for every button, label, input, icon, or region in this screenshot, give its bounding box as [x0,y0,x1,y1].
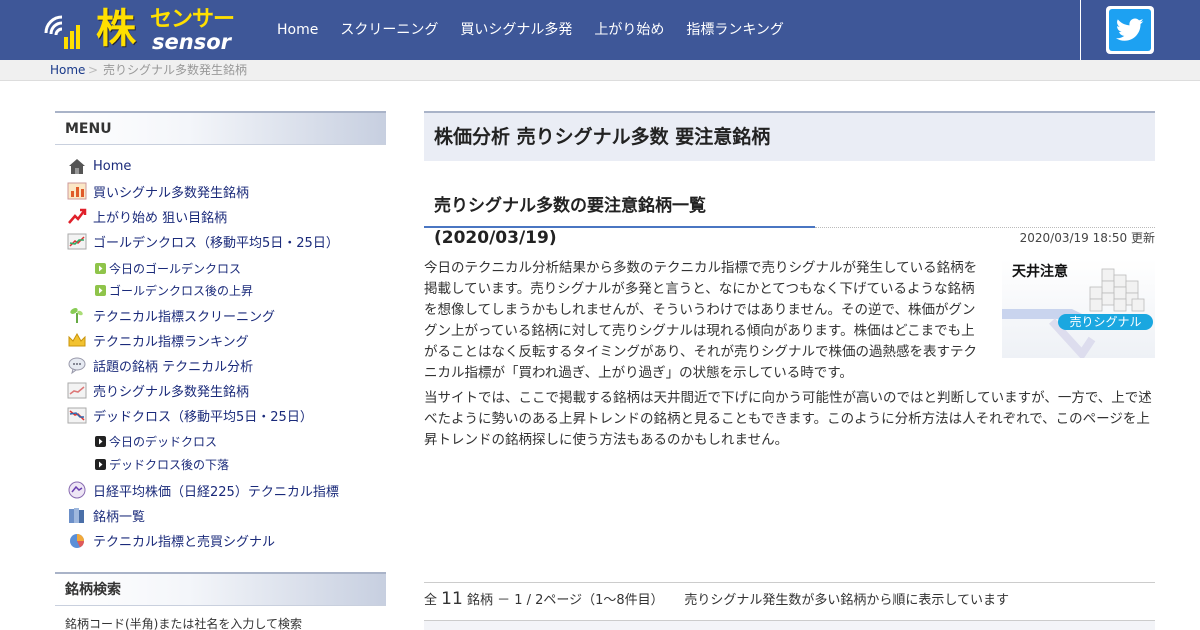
stock-search-header: 銘柄検索 [55,572,386,606]
sidebar-item-nikkei[interactable]: 日経平均株価（日経225）テクニカル指標 [67,478,339,502]
sidebar-subitem-label: デッドクロス後の下落 [109,457,230,472]
main-nav: Home スクリーニング 買いシグナル多発 上がり始め 指標ランキング [266,0,795,60]
breadcrumb-current: 売りシグナル多数発生銘柄 [103,63,248,77]
house-icon [69,159,85,174]
sidebar-subitem-after-golden[interactable]: ゴールデンクロス後の上昇 [95,280,253,300]
books-icon [69,508,84,523]
nav-home[interactable]: Home [266,0,329,60]
sidebar-item-rising[interactable]: 上がり始め 狙い目銘柄 [67,204,227,228]
sidebar-item-label: Home [93,158,132,174]
sidebar-subitem-after-dead[interactable]: デッドクロス後の下落 [95,454,229,474]
crown-icon [68,332,86,347]
sidebar-item-label: 買いシグナル多数発生銘柄 [93,185,250,201]
sidebar-subitem-today-dead[interactable]: 今日のデッドクロス [95,431,217,451]
summary-prefix: 全 [424,593,438,608]
sidebar-item-label: 銘柄一覧 [93,509,146,525]
site-header: 株 センサー sensor Home スクリーニング 買いシグナル多発 上がり始… [0,0,1200,60]
trend-down-chart-icon [67,407,87,424]
sidebar-subitem-label: 今日のデッドクロス [109,434,218,449]
sidebar-item-label: デッドクロス（移動平均5日・25日） [93,409,313,425]
summary-sort-note: 売りシグナル発生数が多い銘柄から順に表示しています [684,593,1009,608]
page-title: 株価分析 売りシグナル多数 要注意銘柄 [424,111,1155,161]
intro-paragraph: 今日のテクニカル分析結果から多数のテクニカル指標で売りシグナルが発生している銘柄… [424,260,978,381]
sidebar-subitem-label: ゴールデンクロス後の上昇 [109,283,254,298]
site-logo[interactable]: 株 センサー sensor [42,5,252,55]
nav-rising[interactable]: 上がり始め [583,0,675,60]
analysis-paragraph: 当サイトでは、ここで掲載する銘柄は天井間近で下げに向かう可能性が高いのではと判断… [424,390,1152,448]
sidebar-item-label: テクニカル指標と売買シグナル [93,534,276,550]
line-chart-icon [67,382,87,399]
sidebar-item-label: 話題の銘柄 テクニカル分析 [93,359,254,375]
logo-english: sensor [152,30,231,54]
sidebar-item-topic[interactable]: 話題の銘柄 テクニカル分析 [67,353,253,377]
sidebar-item-screening[interactable]: テクニカル指標スクリーニング [67,303,275,327]
green-arrow-icon [95,284,106,296]
nav-ranking[interactable]: 指標ランキング [675,0,795,60]
breadcrumb-separator: > [88,63,99,77]
breadcrumb: Home > 売りシグナル多数発生銘柄 [0,60,1200,81]
menu-header: MENU [55,111,386,145]
sidebar-item-label: テクニカル指標スクリーニング [93,309,276,325]
section-title: 売りシグナル多数の要注意銘柄一覧 (2020/03/19) [424,190,815,248]
twitter-button[interactable] [1106,6,1154,54]
nav-screening[interactable]: スクリーニング [329,0,449,60]
sidebar-item-label: 日経平均株価（日経225）テクニカル指標 [93,484,339,500]
sidebar-item-golden-cross[interactable]: ゴールデンクロス（移動平均5日・25日） [67,229,339,253]
result-summary: 全 11 銘柄 － 1 / 2ページ（1～8件目） 売りシグナル発生数が多い銘柄… [424,582,1155,609]
sidebar-item-buy-signals[interactable]: 買いシグナル多数発生銘柄 [67,179,249,203]
pie-chart-icon [70,534,84,548]
twitter-bird-icon [1116,18,1144,41]
sidebar-item-label: 売りシグナル多数発生銘柄 [93,384,250,400]
sidebar-item-dead-cross[interactable]: デッドクロス（移動平均5日・25日） [67,403,313,427]
line-chart-icon [67,233,87,250]
breadcrumb-home-link[interactable]: Home [50,60,85,80]
logo-kanji: 株 [96,5,136,52]
stock-list-table [424,620,1155,630]
sidebar-subitem-today-golden[interactable]: 今日のゴールデンクロス [95,258,241,278]
bar-chart-icon [67,182,87,200]
section-title-divider [815,227,1155,228]
globe-icon [68,481,86,499]
sprout-icon [70,308,83,323]
sidebar-subitem-label: 今日のゴールデンクロス [109,261,242,276]
signal-waves-icon [44,15,80,49]
green-arrow-icon [95,262,106,274]
ceiling-warning-illustration: 天井注意 売りシグナル [1002,259,1155,358]
sidebar-item-home[interactable]: Home [67,154,131,178]
nav-buy-signals[interactable]: 買いシグナル多発 [449,0,583,60]
sidebar-item-stock-list[interactable]: 銘柄一覧 [67,503,145,527]
updated-timestamp: 2020/03/19 18:50 更新 [1019,231,1155,245]
stock-search-description: 銘柄コード(半角)または社名を入力して検索 [65,617,303,630]
result-count: 11 [441,589,463,609]
trend-up-icon [68,208,87,224]
ceiling-warning-label: 天井注意 [1012,264,1068,280]
header-divider [1080,0,1081,60]
sidebar-item-label: 上がり始め 狙い目銘柄 [93,210,228,226]
sidebar-item-sell-signals[interactable]: 売りシグナル多数発生銘柄 [67,378,249,402]
sidebar-item-label: テクニカル指標ランキング [93,334,249,350]
sell-signal-badge: 売りシグナル [1058,314,1153,330]
black-arrow-icon [95,458,106,470]
summary-pagination: 銘柄 － 1 / 2ページ（1～8件目） [466,593,664,608]
black-arrow-icon [95,435,106,447]
sidebar-item-indicators[interactable]: テクニカル指標と売買シグナル [67,528,275,552]
sidebar-item-label: ゴールデンクロス（移動平均5日・25日） [93,235,339,251]
speech-bubble-icon [68,357,86,375]
sidebar-item-ranking[interactable]: テクニカル指標ランキング [67,328,249,352]
